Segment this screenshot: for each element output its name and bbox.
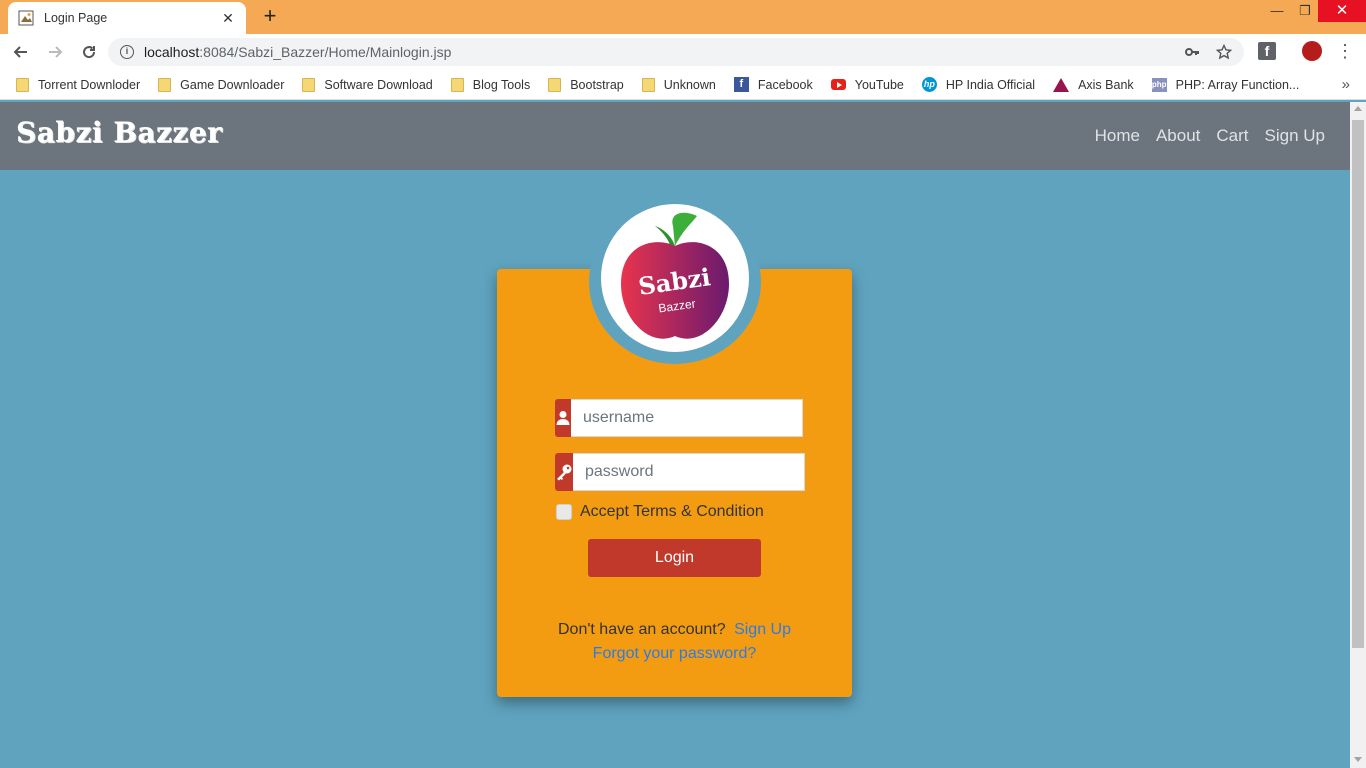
bookmark-php-array[interactable]: php PHP: Array Function... <box>1151 77 1299 92</box>
tab-close-icon[interactable]: ✕ <box>220 10 236 27</box>
terms-row: Accept Terms & Condition <box>556 503 764 521</box>
nav-link-cart[interactable]: Cart <box>1216 126 1248 146</box>
facebook-extension-icon[interactable]: f <box>1258 42 1276 60</box>
hp-icon: hp <box>921 77 937 92</box>
key-icon[interactable] <box>1184 44 1200 60</box>
browser-tab-strip: Login Page ✕ + — ❐ ✕ <box>0 0 1366 34</box>
folder-icon <box>548 77 562 92</box>
nav-link-about[interactable]: About <box>1156 126 1200 146</box>
terms-label[interactable]: Accept Terms & Condition <box>580 503 764 521</box>
bookmark-blog-tools[interactable]: Blog Tools <box>450 77 530 92</box>
bookmark-game-downloader[interactable]: Game Downloader <box>158 77 284 92</box>
page-scrollbar[interactable] <box>1350 102 1366 768</box>
bookmark-software-download[interactable]: Software Download <box>302 77 433 92</box>
folder-icon <box>16 77 29 92</box>
tab-title: Login Page <box>44 11 108 25</box>
no-account-text: Don't have an account? <box>558 621 726 638</box>
apple-logo-icon: Sabzi Bazzer <box>621 212 729 339</box>
reload-icon <box>83 46 96 59</box>
forgot-password-link[interactable]: Forgot your password? <box>497 645 852 663</box>
site-nav-links: Home About Cart Sign Up <box>1079 126 1325 146</box>
folder-icon <box>158 77 172 92</box>
scroll-down-icon[interactable] <box>1354 757 1362 762</box>
window-minimize-button[interactable]: — <box>1262 0 1292 22</box>
reload-button[interactable] <box>76 39 102 65</box>
scroll-up-icon[interactable] <box>1354 106 1362 111</box>
site-brand[interactable]: Sabzi Bazzer <box>16 116 222 149</box>
page-favicon-icon <box>18 10 34 26</box>
site-logo: Sabzi Bazzer <box>601 204 749 352</box>
folder-icon <box>641 77 655 92</box>
site-info-icon[interactable]: i <box>120 45 134 59</box>
nav-link-signup[interactable]: Sign Up <box>1265 126 1325 146</box>
bookmark-axis-bank[interactable]: Axis Bank <box>1053 77 1134 92</box>
bookmark-bootstrap[interactable]: Bootstrap <box>548 77 624 92</box>
signup-link[interactable]: Sign Up <box>734 621 791 638</box>
password-group <box>555 453 805 491</box>
signup-prompt: Don't have an account? Sign Up <box>497 621 852 639</box>
username-group <box>555 399 803 437</box>
bookmark-star-icon[interactable] <box>1216 44 1232 60</box>
url-text[interactable]: localhost:8084/Sabzi_Bazzer/Home/Mainlog… <box>144 44 1168 60</box>
forward-button[interactable] <box>42 39 68 65</box>
site-navbar: Sabzi Bazzer Home About Cart Sign Up <box>0 102 1350 170</box>
terms-checkbox[interactable] <box>556 504 572 520</box>
axis-bank-icon <box>1053 77 1070 92</box>
bookmark-hp-india[interactable]: hp HP India Official <box>921 77 1035 92</box>
browser-toolbar: i localhost:8084/Sabzi_Bazzer/Home/Mainl… <box>0 34 1366 70</box>
username-input[interactable] <box>571 399 803 437</box>
folder-icon <box>302 77 316 92</box>
forward-arrow-icon <box>49 46 63 58</box>
folder-icon <box>450 77 464 92</box>
bookmarks-overflow-icon[interactable]: » <box>1342 76 1350 93</box>
window-close-button[interactable]: ✕ <box>1318 0 1366 22</box>
bookmark-unknown[interactable]: Unknown <box>641 77 716 92</box>
new-tab-button[interactable]: + <box>258 5 282 29</box>
back-arrow-icon <box>13 46 27 58</box>
php-icon: php <box>1151 77 1167 92</box>
page-viewport: Sabzi Bazzer Home About Cart Sign Up Sab… <box>0 102 1350 768</box>
profile-avatar[interactable] <box>1302 41 1322 61</box>
nav-link-home[interactable]: Home <box>1095 126 1140 146</box>
bookmark-facebook[interactable]: f Facebook <box>733 77 813 92</box>
address-bar[interactable]: i localhost:8084/Sabzi_Bazzer/Home/Mainl… <box>108 38 1244 66</box>
bookmark-torrent-downloder[interactable]: Torrent Downloder <box>16 77 140 92</box>
password-input[interactable] <box>573 453 805 491</box>
browser-tab[interactable]: Login Page ✕ <box>8 2 246 34</box>
scroll-thumb[interactable] <box>1352 120 1364 648</box>
login-button[interactable]: Login <box>588 539 761 577</box>
window-maximize-button[interactable]: ❐ <box>1290 0 1320 22</box>
youtube-icon <box>830 79 846 90</box>
bookmarks-bar: Torrent Downloder Game Downloader Softwa… <box>0 70 1366 100</box>
bookmark-youtube[interactable]: YouTube <box>830 78 904 92</box>
facebook-icon: f <box>733 77 749 92</box>
user-icon <box>555 399 571 437</box>
browser-menu-icon[interactable]: ⋮ <box>1336 42 1354 60</box>
key-icon <box>555 453 573 491</box>
back-button[interactable] <box>8 39 34 65</box>
